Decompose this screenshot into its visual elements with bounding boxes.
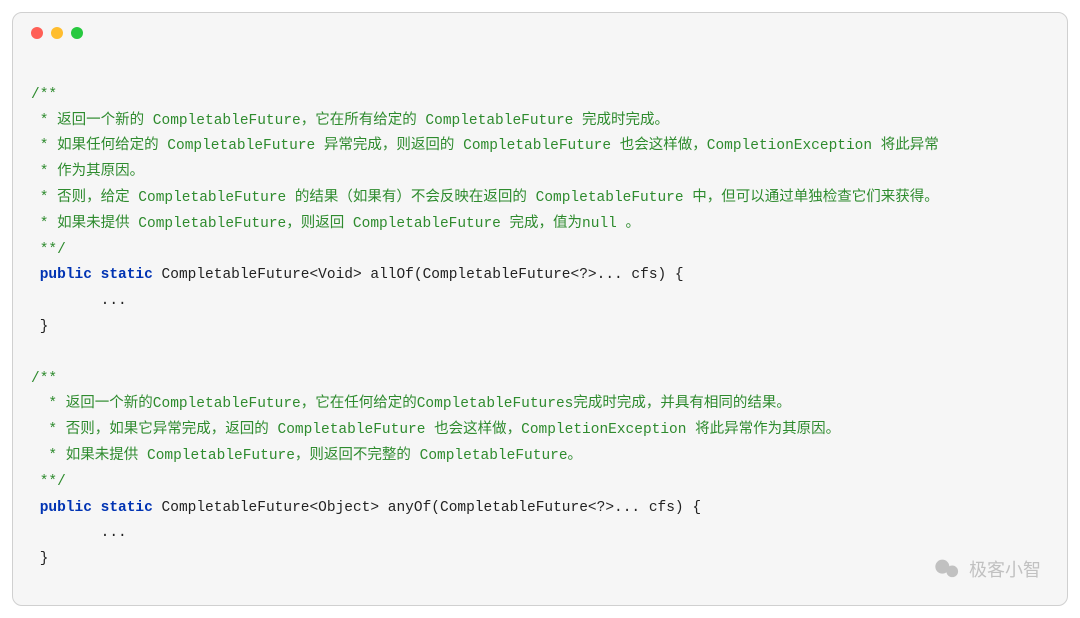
watermark: 极客小智 xyxy=(933,555,1041,583)
signature-text: CompletableFuture<Object> anyOf(Completa… xyxy=(153,500,701,516)
comment-line: * 返回一个新的CompletableFuture，它在任何给定的Complet… xyxy=(31,396,791,412)
comment-line: **/ xyxy=(31,242,66,258)
keyword-public: public xyxy=(40,500,92,516)
keyword-static: static xyxy=(101,267,153,283)
comment-line: * 如果任何给定的 CompletableFuture 异常完成，则返回的 Co… xyxy=(31,138,939,154)
comment-line: * 否则，给定 CompletableFuture 的结果（如果有）不会反映在返… xyxy=(31,190,939,206)
comment-line: * 如果未提供 CompletableFuture，则返回 Completabl… xyxy=(31,216,640,232)
code-window: /** * 返回一个新的 CompletableFuture，它在所有给定的 C… xyxy=(12,12,1068,606)
method-signature: public static CompletableFuture<Object> … xyxy=(31,500,701,516)
comment-line: * 如果未提供 CompletableFuture，则返回不完整的 Comple… xyxy=(31,448,582,464)
method-body: ... xyxy=(31,293,127,309)
close-brace: } xyxy=(31,551,48,567)
method-body: ... xyxy=(31,525,127,541)
signature-text: CompletableFuture<Void> allOf(Completabl… xyxy=(153,267,684,283)
keyword-public: public xyxy=(40,267,92,283)
code-block: /** * 返回一个新的 CompletableFuture，它在所有给定的 C… xyxy=(31,57,1049,573)
comment-line: * 返回一个新的 CompletableFuture，它在所有给定的 Compl… xyxy=(31,113,669,129)
comment-line: /** xyxy=(31,87,57,103)
comment-line: **/ xyxy=(31,474,66,490)
method-signature: public static CompletableFuture<Void> al… xyxy=(31,267,684,283)
comment-line: /** xyxy=(31,371,57,387)
keyword-static: static xyxy=(101,500,153,516)
comment-line: * 否则，如果它异常完成，返回的 CompletableFuture 也会这样做… xyxy=(31,422,840,438)
wechat-icon xyxy=(933,555,961,583)
maximize-icon[interactable] xyxy=(71,27,83,39)
close-brace: } xyxy=(31,319,48,335)
comment-line: * 作为其原因。 xyxy=(31,164,144,180)
minimize-icon[interactable] xyxy=(51,27,63,39)
watermark-text: 极客小智 xyxy=(969,556,1041,582)
window-controls xyxy=(31,27,1049,39)
close-icon[interactable] xyxy=(31,27,43,39)
